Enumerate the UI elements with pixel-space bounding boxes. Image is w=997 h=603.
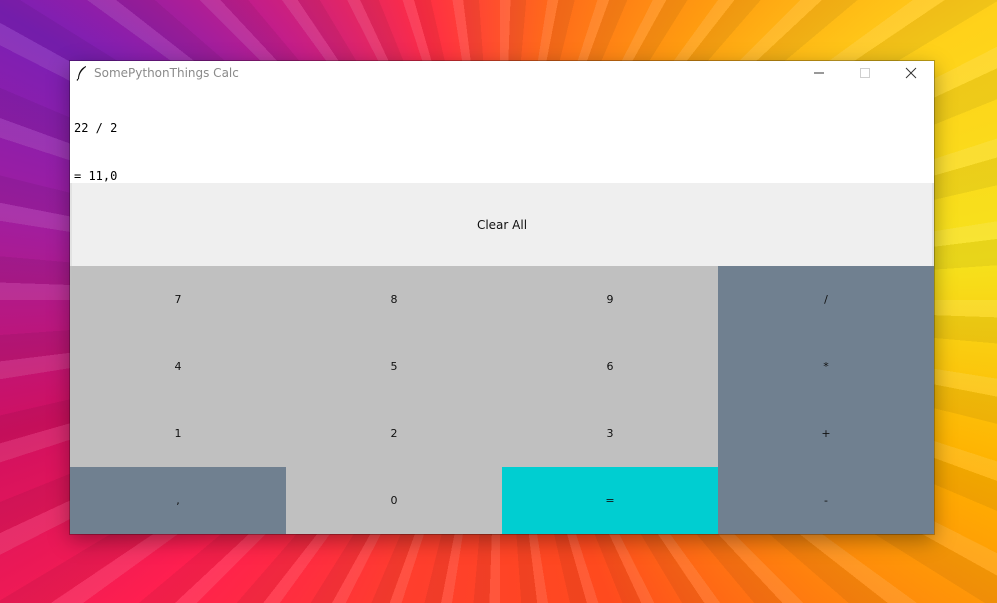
key-1[interactable]: 1 [70, 400, 286, 467]
maximize-icon [860, 68, 870, 78]
feather-icon [76, 66, 86, 81]
minimize-button[interactable] [796, 61, 842, 85]
key-subtract[interactable]: - [718, 467, 934, 534]
display-result-line: = 11,0 [74, 169, 118, 183]
key-label: , [176, 494, 180, 507]
key-label: 5 [390, 360, 398, 373]
key-label: 2 [390, 427, 398, 440]
maximize-button[interactable] [842, 61, 888, 85]
key-label: + [821, 427, 831, 440]
key-label: * [823, 360, 829, 373]
key-0[interactable]: 0 [286, 467, 502, 534]
key-decimal-comma[interactable]: , [70, 467, 286, 534]
clear-all-label: Clear All [476, 217, 528, 232]
minimize-icon [814, 72, 824, 74]
key-add[interactable]: + [718, 400, 934, 467]
key-4[interactable]: 4 [70, 333, 286, 400]
key-2[interactable]: 2 [286, 400, 502, 467]
title-bar[interactable]: SomePythonThings Calc [70, 61, 934, 85]
key-6[interactable]: 6 [502, 333, 718, 400]
key-label: 6 [606, 360, 614, 373]
key-9[interactable]: 9 [502, 266, 718, 333]
key-label: 3 [606, 427, 614, 440]
key-divide[interactable]: / [718, 266, 934, 333]
key-multiply[interactable]: * [718, 333, 934, 400]
key-label: 0 [390, 494, 398, 507]
calculator-window: SomePythonThings Calc 22 / 2 = 11,0 Clea… [70, 61, 934, 534]
key-label: 4 [174, 360, 182, 373]
key-5[interactable]: 5 [286, 333, 502, 400]
clear-all-button[interactable]: Clear All [70, 183, 934, 266]
key-label: 7 [174, 293, 182, 306]
close-icon [905, 67, 917, 79]
calculator-display[interactable]: 22 / 2 = 11,0 [70, 85, 934, 183]
key-8[interactable]: 8 [286, 266, 502, 333]
key-label: / [824, 293, 828, 306]
keypad: 7 8 9 / 4 5 6 * 1 2 3 + , 0 = - [70, 266, 934, 534]
key-3[interactable]: 3 [502, 400, 718, 467]
key-label: = [605, 494, 615, 507]
key-label: 9 [606, 293, 614, 306]
key-label: 8 [390, 293, 398, 306]
close-button[interactable] [888, 61, 934, 85]
display-expression-line: 22 / 2 [74, 121, 118, 135]
key-label: - [824, 494, 828, 507]
key-7[interactable]: 7 [70, 266, 286, 333]
key-label: 1 [174, 427, 182, 440]
key-equals[interactable]: = [502, 467, 718, 534]
window-title: SomePythonThings Calc [94, 66, 239, 80]
